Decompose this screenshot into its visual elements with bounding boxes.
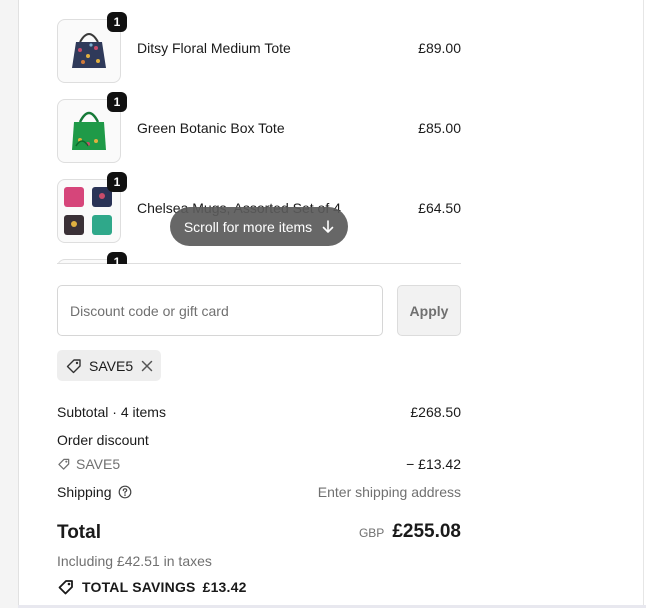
quantity-badge: 1	[107, 92, 127, 112]
right-panel-edge	[643, 0, 644, 608]
item-price: £89.00	[418, 40, 461, 56]
help-circle-icon[interactable]	[118, 485, 132, 499]
total-label: Total	[57, 522, 101, 543]
quantity-badge: 1	[107, 172, 127, 192]
order-discount-label: Order discount	[57, 432, 149, 448]
line-item: 1 Green Botanic Box Tote £85.00	[57, 92, 461, 163]
item-price: £85.00	[418, 120, 461, 136]
savings-value: £13.42	[202, 579, 247, 595]
discount-code-input[interactable]	[57, 285, 383, 336]
item-price: £64.50	[418, 200, 461, 216]
order-discount-row: Order discount	[57, 432, 461, 448]
line-item: 1 Ditsy Floral Medium Tote £89.00	[57, 12, 461, 83]
quantity-badge: 1	[107, 12, 127, 32]
item-name: Ditsy Floral Medium Tote	[137, 40, 291, 56]
shipping-label: Shipping	[57, 484, 112, 500]
subtotal-value: £268.50	[410, 404, 461, 420]
apply-button[interactable]: Apply	[397, 285, 461, 336]
quantity-badge: 1	[107, 252, 127, 264]
total-amount: GBP £255.08	[359, 521, 461, 543]
close-icon	[141, 360, 153, 371]
remove-discount-button[interactable]	[141, 360, 153, 372]
discount-code-row: SAVE5 − £13.42	[57, 456, 461, 474]
arrow-down-icon	[322, 219, 334, 233]
shipping-row: Shipping Enter shipping address	[57, 484, 461, 500]
left-panel-edge	[0, 0, 19, 608]
applied-discount-chip: SAVE5	[57, 350, 162, 381]
item-name: Green Botanic Box Tote	[137, 120, 285, 136]
tag-icon	[66, 358, 81, 373]
discount-code-label: SAVE5	[76, 456, 121, 472]
shipping-value: Enter shipping address	[317, 484, 461, 500]
total-value: £255.08	[392, 521, 461, 542]
tag-icon	[58, 458, 70, 470]
scroll-for-more-button[interactable]: Scroll for more items	[170, 207, 348, 246]
currency-code: GBP	[358, 526, 385, 540]
taxes-note: Including £42.51 in taxes	[57, 553, 212, 569]
scroll-hint-label: Scroll for more items	[183, 218, 313, 235]
subtotal-row: Subtotal · 4 items £268.50	[57, 404, 461, 420]
subtotal-label: Subtotal · 4 items	[57, 404, 166, 420]
applied-code-label: SAVE5	[89, 357, 134, 374]
tag-icon	[58, 580, 73, 595]
savings-label: TOTAL SAVINGS	[82, 579, 196, 595]
discount-value: − £13.42	[406, 456, 461, 472]
total-savings: TOTAL SAVINGS £13.42	[57, 578, 247, 596]
